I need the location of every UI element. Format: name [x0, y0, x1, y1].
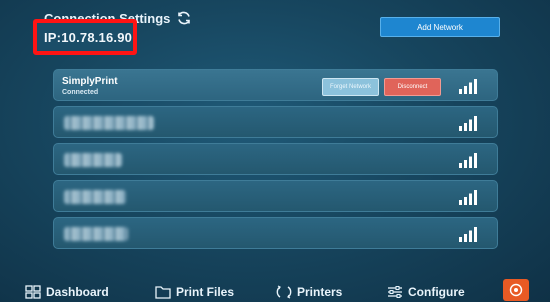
nav-print-files-label: Print Files [176, 285, 235, 299]
network-name-blurred [64, 153, 122, 167]
nav-dashboard-label: Dashboard [46, 285, 109, 299]
ip-address-highlight: IP:10.78.16.90 [33, 19, 137, 55]
network-name-blurred [64, 116, 154, 130]
dashboard-icon [25, 285, 41, 299]
network-status: Connected [62, 89, 99, 96]
nav-printers[interactable]: Printers [276, 285, 342, 299]
ip-address: IP:10.78.16.90 [44, 29, 133, 45]
network-name-blurred [64, 227, 128, 241]
wifi-signal-icon [459, 190, 477, 205]
sync-icon [276, 285, 292, 299]
forget-network-label: Forget Network [329, 84, 371, 90]
wifi-signal-icon [459, 116, 477, 131]
disconnect-label: Disconnect [397, 84, 428, 90]
network-row[interactable] [53, 180, 498, 212]
nav-print-files[interactable]: Print Files [155, 285, 234, 299]
sliders-icon [388, 286, 402, 298]
network-row[interactable] [53, 106, 498, 138]
add-network-label: Add Network [417, 22, 463, 32]
network-row[interactable] [53, 143, 498, 175]
add-network-button[interactable]: Add Network [380, 17, 500, 37]
network-list: SimplyPrint Connected Forget Network Dis… [53, 69, 498, 254]
wifi-signal-icon [459, 227, 477, 242]
power-button[interactable] [503, 279, 529, 301]
refresh-icon[interactable] [176, 10, 192, 26]
power-icon [509, 283, 523, 297]
disconnect-button[interactable]: Disconnect [384, 78, 441, 96]
network-name-blurred [64, 190, 126, 204]
network-row[interactable] [53, 217, 498, 249]
forget-network-button[interactable]: Forget Network [322, 78, 379, 96]
network-row[interactable]: SimplyPrint Connected Forget Network Dis… [53, 69, 498, 101]
nav-configure-label: Configure [408, 285, 465, 299]
network-name: SimplyPrint [62, 76, 118, 87]
wifi-signal-icon [459, 79, 477, 94]
nav-printers-label: Printers [297, 285, 343, 299]
folder-icon [155, 286, 171, 299]
nav-configure[interactable]: Configure [387, 285, 465, 299]
nav-dashboard[interactable]: Dashboard [25, 285, 109, 299]
bottom-nav: Dashboard Print Files Printers Configure [0, 282, 550, 302]
wifi-signal-icon [459, 153, 477, 168]
